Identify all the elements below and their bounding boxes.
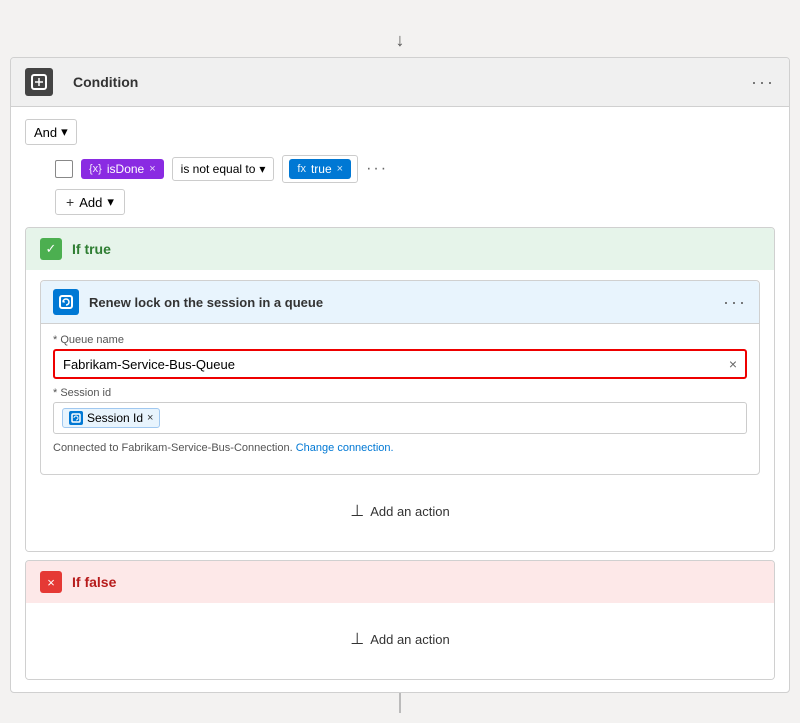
true-tag-icon: fx — [297, 163, 306, 175]
condition-checkbox[interactable] — [55, 160, 73, 178]
condition-ellipsis[interactable]: ··· — [366, 160, 388, 178]
condition-title: Condition — [73, 74, 741, 90]
add-chevron-icon: ▾ — [107, 194, 114, 210]
arrow-down-icon: ↓ — [396, 30, 405, 51]
condition-items-row: {x} isDone × is not equal to ▾ fx true × — [55, 155, 775, 183]
change-connection-link[interactable]: Change connection. — [296, 442, 394, 454]
add-condition-button[interactable]: + Add ▾ — [55, 189, 125, 215]
action-icon — [53, 289, 79, 315]
if-false-section: × If false ⊥ Add an action — [25, 560, 775, 680]
if-true-label: If true — [72, 241, 111, 257]
condition-and-row: And ▾ — [25, 119, 775, 145]
session-id-label: * Session id — [53, 387, 747, 399]
if-false-label: If false — [72, 574, 116, 590]
condition-card: Condition ··· And ▾ {x} isDone × — [10, 57, 790, 693]
operator-label: is not equal to — [181, 162, 256, 176]
action-title: Renew lock on the session in a queue — [89, 295, 713, 310]
if-false-body: ⊥ Add an action — [26, 603, 774, 679]
if-true-body: Renew lock on the session in a queue ···… — [26, 270, 774, 551]
add-action-icon-true: ⊥ — [350, 501, 364, 521]
queue-name-label: * Queue name — [53, 334, 747, 346]
isdone-tag-icon: {x} — [89, 163, 102, 175]
session-id-input[interactable]: Session Id × — [53, 402, 747, 434]
isdone-tag-close[interactable]: × — [149, 163, 155, 175]
true-tag: fx true × — [289, 159, 351, 179]
renew-lock-icon — [58, 294, 74, 310]
operator-dropdown[interactable]: is not equal to ▾ — [172, 157, 275, 181]
isdone-tag: {x} isDone × — [81, 159, 164, 179]
action-card: Renew lock on the session in a queue ···… — [40, 280, 760, 475]
session-tag-text: Session Id — [87, 411, 143, 425]
if-false-header: × If false — [26, 561, 774, 603]
action-menu-button[interactable]: ··· — [723, 292, 747, 313]
bottom-connector — [10, 693, 790, 713]
session-tag-close[interactable]: × — [147, 412, 153, 424]
action-card-header: Renew lock on the session in a queue ··· — [41, 281, 759, 324]
top-connector: ↓ — [10, 30, 790, 51]
queue-name-value: Fabrikam-Service-Bus-Queue — [63, 357, 235, 372]
and-dropdown[interactable]: And ▾ — [25, 119, 77, 145]
add-plus-icon: + — [66, 194, 74, 210]
if-true-header: ✓ If true — [26, 228, 774, 270]
operator-chevron-icon: ▾ — [259, 162, 265, 176]
session-tag: Session Id × — [62, 408, 160, 428]
connection-info: Connected to Fabrikam-Service-Bus-Connec… — [53, 442, 747, 454]
isdone-tag-text: isDone — [107, 162, 144, 176]
queue-name-input[interactable]: Fabrikam-Service-Bus-Queue × — [53, 349, 747, 379]
value-box: fx true × — [282, 155, 358, 183]
if-true-badge: ✓ — [40, 238, 62, 260]
condition-header: Condition ··· — [11, 58, 789, 107]
if-true-section: ✓ If true — [25, 227, 775, 552]
add-action-icon-false: ⊥ — [350, 629, 364, 649]
true-tag-close[interactable]: × — [337, 163, 343, 175]
add-action-button-true[interactable]: ⊥ Add an action — [40, 493, 760, 529]
true-tag-text: true — [311, 162, 332, 176]
and-chevron-icon: ▾ — [61, 124, 68, 140]
condition-body: And ▾ {x} isDone × is not equal to ▾ — [11, 107, 789, 692]
action-body: * Queue name Fabrikam-Service-Bus-Queue … — [41, 324, 759, 474]
add-action-container-false: ⊥ Add an action — [40, 613, 760, 665]
add-action-container-true: ⊥ Add an action — [40, 485, 760, 537]
add-action-button-false[interactable]: ⊥ Add an action — [40, 621, 760, 657]
session-tag-icon — [69, 411, 83, 425]
condition-header-icon — [25, 68, 53, 96]
queue-name-clear[interactable]: × — [729, 356, 737, 372]
condition-icon — [31, 74, 47, 90]
condition-menu-button[interactable]: ··· — [751, 72, 775, 93]
if-false-badge: × — [40, 571, 62, 593]
